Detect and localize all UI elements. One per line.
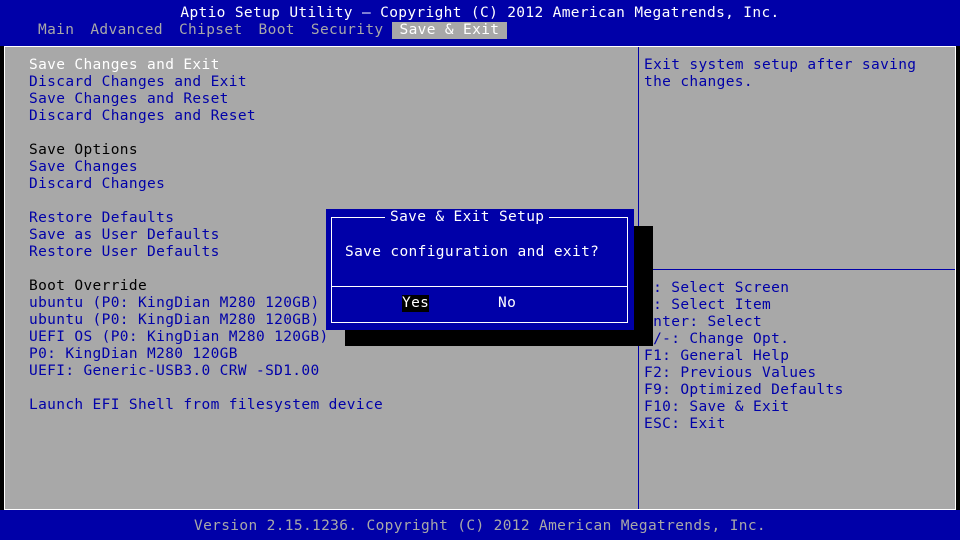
header-bar: Aptio Setup Utility – Copyright (C) 2012… <box>0 0 960 46</box>
footer-bar: Version 2.15.1236. Copyright (C) 2012 Am… <box>0 510 960 540</box>
dialog-no-button[interactable]: No <box>498 295 516 312</box>
tab-boot[interactable]: Boot <box>251 22 303 39</box>
app-title: Aptio Setup Utility – Copyright (C) 2012… <box>180 5 780 21</box>
key-enter-select: Enter: Select <box>644 314 763 330</box>
menu-save-changes-and-exit[interactable]: Save Changes and Exit <box>29 57 629 74</box>
menu-save-changes[interactable]: Save Changes <box>29 159 629 176</box>
menu-discard-changes-and-reset[interactable]: Discard Changes and Reset <box>29 108 629 125</box>
menu-discard-changes[interactable]: Discard Changes <box>29 176 629 193</box>
boot-item-uefi-usb[interactable]: UEFI: Generic-USB3.0 CRW -SD1.00 <box>29 363 629 380</box>
tab-main[interactable]: Main <box>30 22 82 39</box>
key-change-opt: +/-: Change Opt. <box>644 331 790 347</box>
version-text: Version 2.15.1236. Copyright (C) 2012 Am… <box>193 518 767 534</box>
menu-spacer <box>29 193 629 210</box>
menu-discard-changes-and-exit[interactable]: Discard Changes and Exit <box>29 74 629 91</box>
dialog-title: Save & Exit Setup <box>385 209 550 226</box>
tab-bar: Main Advanced Chipset Boot Security Save… <box>30 22 508 39</box>
menu-launch-efi-shell[interactable]: Launch EFI Shell from filesystem device <box>29 397 629 414</box>
key-legend: ↔: Select Screen ↕: Select Item Enter: S… <box>644 280 944 433</box>
boot-item-p0-kingdian[interactable]: P0: KingDian M280 120GB <box>29 346 629 363</box>
menu-save-changes-and-reset[interactable]: Save Changes and Reset <box>29 91 629 108</box>
tab-save-exit[interactable]: Save & Exit <box>391 22 508 39</box>
help-description-line: Exit system setup after saving <box>644 57 917 73</box>
tab-chipset[interactable]: Chipset <box>171 22 251 39</box>
key-save-exit: F10: Save & Exit <box>644 399 790 415</box>
menu-spacer <box>29 125 629 142</box>
dialog-frame <box>331 217 628 323</box>
menu-spacer <box>29 380 629 397</box>
help-divider <box>639 269 955 270</box>
save-options-heading: Save Options <box>29 142 138 158</box>
save-exit-dialog: Save & Exit Setup Save configuration and… <box>326 209 634 330</box>
help-description-line: the changes. <box>644 74 753 90</box>
key-select-screen: ↔: Select Screen <box>644 280 790 296</box>
key-previous-values: F2: Previous Values <box>644 365 817 381</box>
dialog-yes-button[interactable]: Yes <box>402 295 430 312</box>
tab-advanced[interactable]: Advanced <box>82 22 171 39</box>
help-description: Exit system setup after saving the chang… <box>644 57 944 91</box>
key-general-help: F1: General Help <box>644 348 790 364</box>
key-esc-exit: ESC: Exit <box>644 416 726 432</box>
tab-security[interactable]: Security <box>303 22 392 39</box>
key-optimized-defaults: F9: Optimized Defaults <box>644 382 844 398</box>
dialog-separator <box>331 286 628 287</box>
key-select-item: ↕: Select Item <box>644 297 772 313</box>
dialog-message: Save configuration and exit? <box>345 244 600 260</box>
